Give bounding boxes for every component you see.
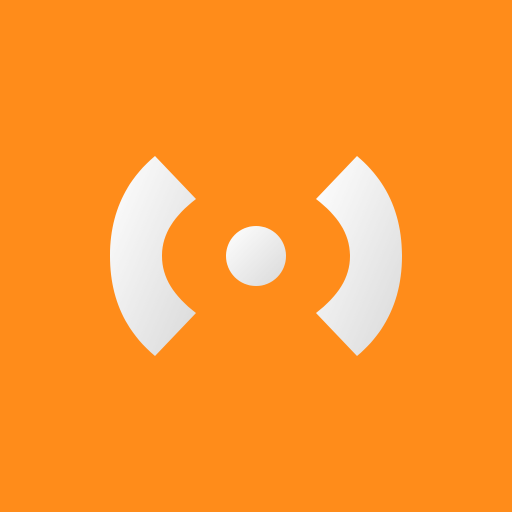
app-icon [0, 0, 512, 512]
broadcast-signal-icon [0, 0, 512, 512]
center-dot [226, 226, 286, 286]
